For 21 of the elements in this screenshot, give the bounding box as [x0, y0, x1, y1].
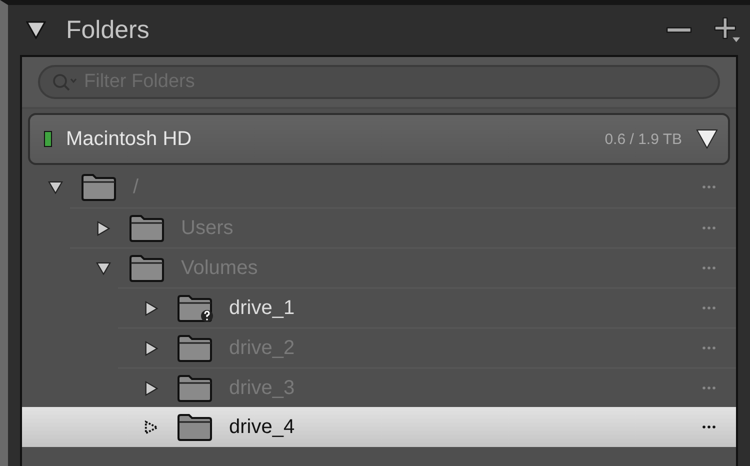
folder-name: drive_1 [229, 296, 295, 320]
collapse-triangle-icon[interactable] [96, 260, 111, 276]
expand-triangle-icon[interactable] [96, 220, 111, 236]
expand-triangle-icon[interactable] [144, 340, 159, 356]
collapse-triangle-icon[interactable] [48, 180, 63, 194]
folder-row[interactable]: drive_4 [22, 407, 736, 447]
collapse-triangle-icon[interactable] [26, 20, 46, 40]
volume-usage: 0.6 / 1.9 TB [604, 130, 682, 148]
collapse-triangle-icon[interactable] [696, 128, 718, 150]
folder-row[interactable]: drive_1 [22, 287, 736, 327]
expand-triangle-icon[interactable] [144, 380, 159, 396]
more-icon[interactable] [702, 425, 716, 429]
volume-name: Macintosh HD [66, 128, 192, 150]
expand-triangle-icon[interactable] [144, 420, 159, 434]
folder-row[interactable]: / [22, 167, 736, 207]
folder-name: drive_4 [229, 416, 295, 438]
volume-header[interactable]: Macintosh HD 0.6 / 1.9 TB [28, 113, 730, 165]
expand-triangle-icon[interactable] [144, 300, 159, 316]
panel-title: Folders [66, 16, 150, 44]
folder-name: / [133, 176, 139, 198]
plus-icon[interactable] [714, 17, 740, 43]
